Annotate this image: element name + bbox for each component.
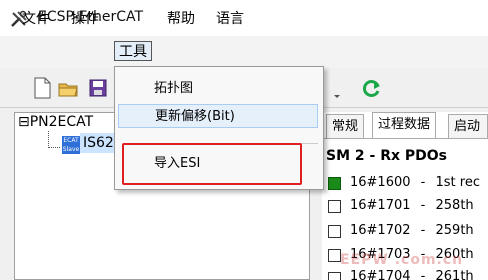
pdo-name: 1st rec	[435, 175, 480, 190]
pdo-checkbox[interactable]	[328, 225, 341, 238]
menu-language[interactable]: 语言	[216, 9, 244, 29]
tree-node-device[interactable]: IS62	[80, 133, 117, 153]
pdo-checkbox[interactable]	[328, 177, 341, 190]
tab-startup[interactable]: 启动	[448, 114, 488, 138]
menu-help[interactable]: 帮助	[167, 9, 195, 29]
pdo-separator: -	[420, 269, 426, 280]
pdo-name: 258th	[435, 198, 474, 213]
watermark: EEPW .com.cn	[340, 252, 464, 268]
menu-bar	[0, 36, 488, 68]
tab-divider	[322, 138, 488, 139]
menu-tools[interactable]: 工具	[114, 41, 152, 61]
pdo-index: 16#1600	[350, 175, 411, 190]
collapse-icon[interactable]: ⊟	[18, 114, 30, 130]
pdo-index: 16#1704	[350, 269, 411, 280]
pdo-separator: -	[420, 175, 426, 190]
pdo-name: 259th	[435, 223, 474, 238]
menu-item-topology[interactable]: 拓扑图	[118, 77, 318, 101]
pdo-row[interactable]: 16#1701 - 258th	[350, 195, 474, 217]
sm-section-title: SM 2 - Rx PDOs	[326, 148, 447, 164]
pdo-row[interactable]: 16#1704 - 261th	[350, 266, 474, 280]
menu-file[interactable]: 文件	[22, 9, 50, 29]
tab-general[interactable]: 常规	[326, 114, 365, 138]
ethercat-device-icon: ECAT Slave	[62, 136, 80, 154]
tree-root-label: PN2ECAT	[29, 114, 94, 130]
menu-operate[interactable]: 操作	[71, 9, 99, 29]
new-file-icon[interactable]	[32, 77, 52, 99]
dropdown-arrow-icon[interactable]	[334, 77, 340, 99]
open-folder-icon[interactable]	[58, 77, 78, 99]
pdo-index: 16#1701	[350, 198, 411, 213]
tree-connector	[48, 147, 60, 148]
pdo-row[interactable]: 16#1702 - 259th	[350, 220, 474, 242]
highlight-annotation	[122, 143, 302, 185]
refresh-icon[interactable]	[360, 77, 382, 99]
pdo-row[interactable]: 16#1600 - 1st rec	[350, 172, 480, 194]
pdo-separator: -	[420, 223, 426, 238]
pdo-checkbox[interactable]	[328, 200, 341, 213]
tab-process-data[interactable]: 过程数据	[372, 112, 437, 139]
menu-item-update-offset[interactable]: 更新偏移(Bit)	[118, 104, 318, 128]
tree-connector	[48, 131, 49, 148]
pdo-name: 261th	[435, 269, 474, 280]
save-icon[interactable]	[88, 77, 108, 99]
pdo-index: 16#1702	[350, 223, 411, 238]
pdo-checkbox[interactable]	[328, 272, 341, 280]
pdo-separator: -	[420, 198, 426, 213]
tree-root[interactable]: ⊟PN2ECAT	[18, 114, 93, 130]
